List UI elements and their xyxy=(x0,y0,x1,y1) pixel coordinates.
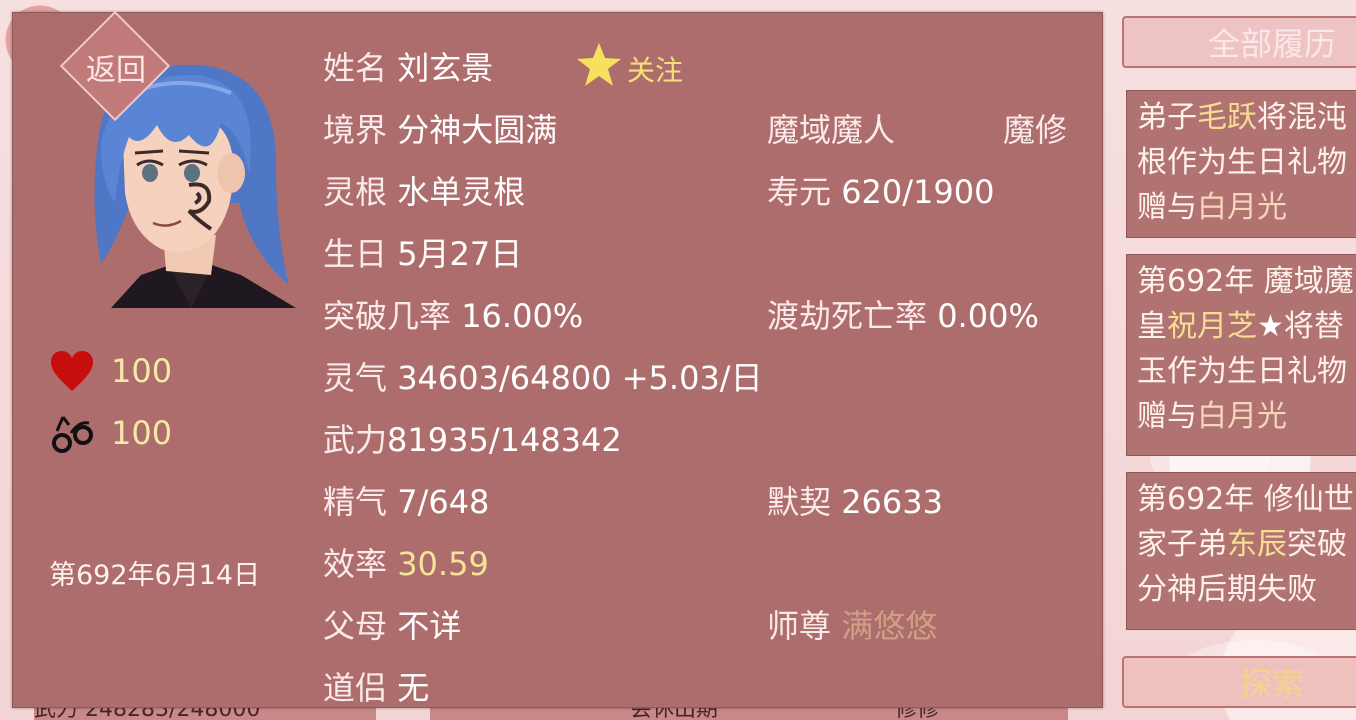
handcuffs-icon xyxy=(52,416,93,453)
event-card: 第692年 魔域魔 皇祝月芝★将替 玉作为生日礼物 赠与白月光 xyxy=(1126,254,1356,456)
star-icon: ★ xyxy=(1257,309,1284,344)
game-date: 第692年6月14日 xyxy=(49,560,261,591)
character-panel: 返回 100 100 第692年6月14日 姓名 刘玄景 关注 境界 分神大圆满… xyxy=(12,10,1103,708)
follow-label: 关注 xyxy=(627,54,684,87)
health-value: 100 xyxy=(111,352,173,390)
qi-row: 灵气 34603/64800 +5.03/日 xyxy=(323,359,763,397)
restraint-value: 100 xyxy=(111,414,173,452)
region-text: 魔域魔人 xyxy=(767,111,896,149)
rapport-row: 默契 26633 xyxy=(767,483,943,521)
explore-button[interactable]: 探索 xyxy=(1122,656,1356,708)
lifespan-row: 寿元 620/1900 xyxy=(767,173,995,211)
back-button[interactable]: 返回 xyxy=(59,10,172,123)
back-button-label: 返回 xyxy=(86,53,146,88)
parents-row: 父母 不详 xyxy=(323,607,462,645)
birthday-row: 生日 5月27日 xyxy=(323,235,523,273)
cultivation-path-text: 魔修 xyxy=(1003,111,1068,149)
master-link[interactable]: 满悠悠 xyxy=(841,607,937,645)
partner-row: 道侣 无 xyxy=(323,669,430,707)
spirit-root-row: 灵根 水单灵根 xyxy=(323,173,526,211)
event-card: 第692年 修仙世 家子弟东辰突破 分神后期失败 xyxy=(1126,472,1356,630)
heart-icon xyxy=(51,351,93,391)
star-icon xyxy=(577,43,621,86)
efficiency-row: 效率 30.59 xyxy=(323,545,489,583)
name-row: 姓名 刘玄景 xyxy=(323,49,494,87)
tribulation-row: 渡劫死亡率 0.00% xyxy=(767,297,1039,335)
breakthrough-row: 突破几率 16.00% xyxy=(323,297,584,335)
realm-row: 境界 分神大圆满 xyxy=(323,111,558,149)
all-history-button[interactable]: 全部履历 xyxy=(1122,16,1356,68)
power-row: 武力81935/148342 xyxy=(323,421,622,459)
event-card: 弟子毛跃将混沌 根作为生日礼物 赠与白月光 xyxy=(1126,90,1356,238)
essence-row: 精气 7/648 xyxy=(323,483,490,521)
master-row: 师尊 满悠悠 xyxy=(767,607,938,645)
